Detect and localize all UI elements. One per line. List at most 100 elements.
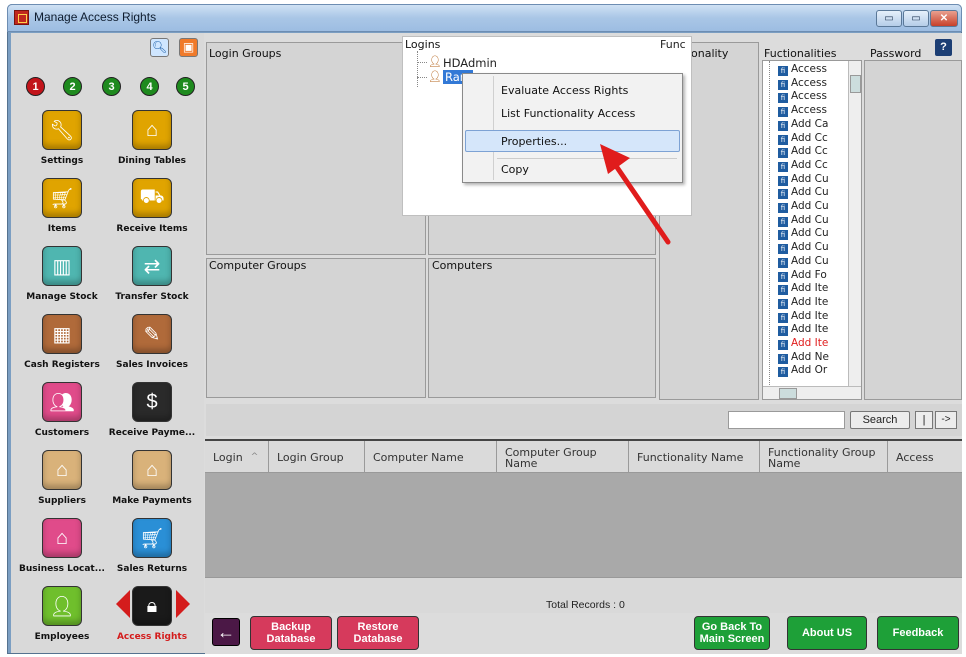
functionality-item[interactable]: fi Add Cc	[778, 145, 828, 159]
functionality-icon: fi	[778, 93, 788, 104]
menu-evaluate-access-rights[interactable]: Evaluate Access Rights	[501, 84, 628, 97]
page-2-button[interactable]: 2	[63, 77, 82, 96]
functionality-item[interactable]: fi Add Cu	[778, 200, 829, 213]
functionalities-tree[interactable]: fi Access fi Access fi Access fi Access fi Add Ca…	[762, 60, 862, 400]
horizontal-scrollbar[interactable]	[763, 386, 861, 399]
password-panel[interactable]	[864, 60, 962, 400]
sales-returns-icon: 🛒︎	[139, 527, 165, 550]
search-icon[interactable]: 🔍︎	[150, 38, 169, 57]
prev-page-arrow-icon[interactable]	[116, 590, 130, 618]
functionality-item[interactable]: fi Add Cu	[778, 241, 829, 255]
tile-employees[interactable]: 👤︎	[42, 586, 82, 626]
go-back-main-screen-button[interactable]: Go Back To Main Screen	[694, 616, 770, 650]
functionality-item[interactable]: fi Add Cu	[778, 227, 829, 241]
tile-transfer-stock[interactable]: ⇄	[132, 246, 172, 286]
functionality-item[interactable]: fi Add Ca	[778, 118, 828, 131]
truck-icon: ⛟	[139, 185, 165, 208]
help-icon[interactable]: ?	[935, 39, 952, 56]
nav-next-button[interactable]: ->	[935, 411, 957, 429]
tile-dining-tables[interactable]: ⌂	[132, 110, 172, 150]
tile-receive-payme[interactable]: $	[132, 382, 172, 422]
feedback-button[interactable]: Feedback	[877, 616, 959, 650]
tile-label: Manage Stock	[26, 292, 98, 302]
payment-factory-icon: ⌂	[145, 458, 159, 481]
page-1-button[interactable]: 1	[26, 77, 45, 96]
col-computer-name[interactable]: Computer Name	[365, 441, 497, 474]
computer-groups-panel[interactable]	[206, 258, 426, 398]
vertical-scrollbar[interactable]	[848, 61, 861, 386]
search-input[interactable]	[728, 411, 845, 429]
functionality-item[interactable]: fi Add Cc	[778, 132, 828, 145]
nav-first-button[interactable]: |	[915, 411, 933, 429]
tile-sales-invoices[interactable]: ✎	[132, 314, 172, 354]
page-3-button[interactable]: 3	[102, 77, 121, 96]
functionality-item[interactable]: fi Add Cu	[778, 255, 829, 268]
functionality-icon: fi	[778, 298, 788, 309]
computers-panel[interactable]	[428, 258, 656, 398]
h-scrollbar-thumb[interactable]	[779, 388, 797, 399]
next-page-arrow-icon[interactable]	[176, 590, 190, 618]
functionality-item[interactable]: fi Add Ite	[778, 296, 828, 309]
page-4-button[interactable]: 4	[140, 77, 159, 96]
col-functionality-group-name[interactable]: Functionality Group Name	[760, 441, 888, 474]
tile-receive-items[interactable]: ⛟	[132, 178, 172, 218]
tile-items[interactable]: 🛒︎	[42, 178, 82, 218]
col-login[interactable]: Login ^	[205, 441, 269, 474]
functionality-item[interactable]: fi Add Cu	[778, 173, 829, 186]
functionality-item[interactable]: fi Add Ite	[778, 337, 828, 350]
functionality-label: Access	[791, 104, 827, 117]
tile-access-rights[interactable]: 🔒︎	[132, 586, 172, 626]
tile-suppliers[interactable]: ⌂	[42, 450, 82, 490]
functionality-item[interactable]: fi Add Cu	[778, 214, 829, 227]
functionality-item[interactable]: fi Access	[778, 63, 827, 76]
windows-icon[interactable]: ▣	[179, 38, 198, 57]
functionality-icon: fi	[778, 175, 788, 186]
close-button[interactable]: ✕	[930, 10, 958, 27]
menu-copy[interactable]: Copy	[501, 163, 529, 176]
restore-database-button[interactable]: Restore Database	[337, 616, 419, 650]
functionality-item[interactable]: fi Add Ite	[778, 323, 828, 337]
functionality-item[interactable]: fi Add Ite	[778, 282, 828, 296]
factory-icon: ⌂	[55, 458, 69, 481]
functionality-item[interactable]: fi Add Cc	[778, 159, 828, 172]
tile-sales-returns[interactable]: 🛒︎	[132, 518, 172, 558]
functionality-icon: fi	[778, 312, 788, 323]
backup-database-button[interactable]: Backup Database	[250, 616, 332, 650]
minimize-button[interactable]: ▭	[876, 10, 902, 27]
scrollbar-thumb[interactable]	[850, 75, 861, 93]
login-groups-panel[interactable]	[206, 42, 426, 255]
tile-label: Business Locat...	[19, 564, 105, 574]
restore-button[interactable]: ▭	[903, 10, 929, 27]
grid-body[interactable]	[205, 473, 962, 577]
functionality-item[interactable]: fi Add Cu	[778, 186, 829, 200]
menu-properties[interactable]: Properties...	[501, 135, 567, 148]
tile-customers[interactable]: 👥︎	[42, 382, 82, 422]
functionality-item[interactable]: fi Access	[778, 90, 827, 104]
functionality-item[interactable]: fi Add Ite	[778, 310, 828, 323]
tile-business-locat[interactable]: ⌂	[42, 518, 82, 558]
col-functionality-name[interactable]: Functionality Name	[629, 441, 760, 474]
functionality-item[interactable]: fi Add Or	[778, 364, 827, 378]
tile-make-payments[interactable]: ⌂	[132, 450, 172, 490]
functionality-label: Add Cc	[791, 158, 828, 171]
login-item-hdadmin[interactable]: HDAdmin	[443, 56, 497, 70]
about-us-button[interactable]: About US	[787, 616, 867, 650]
tile-settings[interactable]: 🔧︎	[42, 110, 82, 150]
col-login-group[interactable]: Login Group	[269, 441, 365, 474]
back-arrow-icon[interactable]: ←	[212, 618, 240, 646]
functionality-item[interactable]: fi Access	[778, 104, 827, 118]
col-access[interactable]: Access	[888, 441, 962, 474]
functionality-icon: fi	[778, 257, 788, 268]
page-5-button[interactable]: 5	[176, 77, 195, 96]
functionality-item[interactable]: fi Add Ne	[778, 351, 829, 364]
location-icon: ⌂	[55, 526, 69, 549]
tile-manage-stock[interactable]: ▥	[42, 246, 82, 286]
tile-label: Dining Tables	[117, 156, 187, 166]
tile-label: Receive Payme...	[108, 428, 196, 438]
functionality-item[interactable]: fi Add Fo	[778, 269, 827, 282]
tile-cash-registers[interactable]: ▦	[42, 314, 82, 354]
col-computer-group-name[interactable]: Computer Group Name	[497, 441, 629, 474]
search-button[interactable]: Search	[850, 411, 910, 429]
functionality-item[interactable]: fi Access	[778, 77, 827, 90]
menu-list-functionality-access[interactable]: List Functionality Access	[501, 107, 635, 120]
